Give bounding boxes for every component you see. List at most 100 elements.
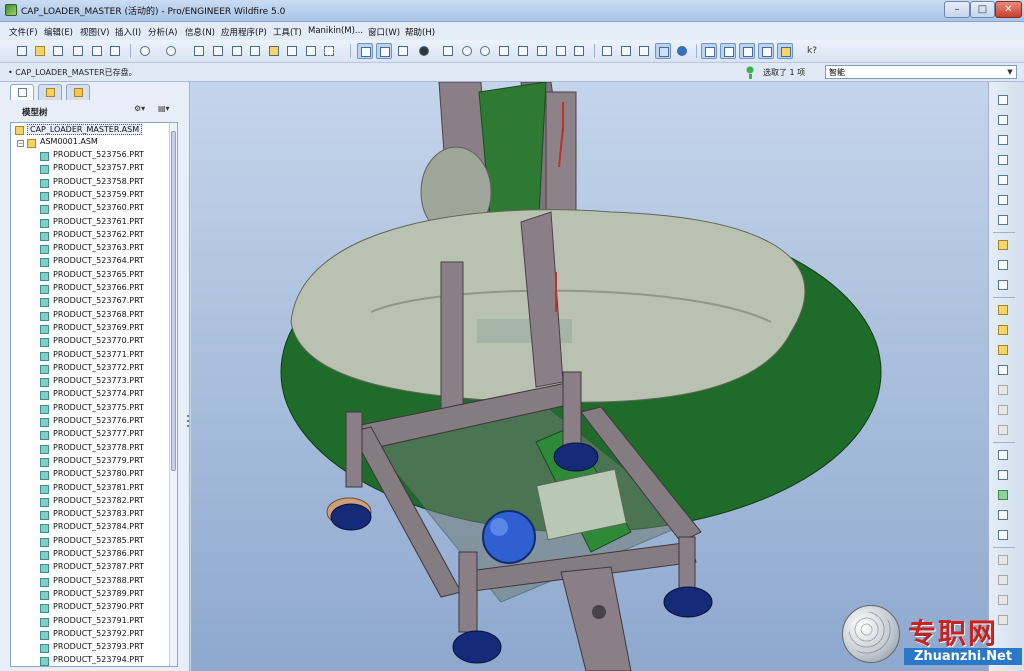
menu-help[interactable]: 帮助(H) [405, 26, 435, 38]
chevron-down-icon[interactable]: ▼ [1005, 67, 1015, 77]
extend-icon[interactable] [995, 527, 1011, 543]
datum-axis-icon[interactable] [995, 112, 1011, 128]
thicken-icon[interactable] [995, 572, 1011, 588]
datum-point-icon[interactable] [995, 172, 1011, 188]
coordinate-systems-icon[interactable] [758, 43, 774, 59]
saved-views-icon[interactable] [534, 43, 550, 59]
shading-icon[interactable] [655, 43, 671, 59]
new-icon[interactable] [14, 43, 30, 59]
undo-icon[interactable] [137, 43, 153, 59]
panel-splitter[interactable] [186, 412, 190, 492]
menu-view[interactable]: 视图(V) [80, 26, 109, 38]
datum-planes-icon[interactable] [701, 43, 717, 59]
draft-icon[interactable] [995, 362, 1011, 378]
no-hidden-icon[interactable] [636, 43, 652, 59]
tree-show-icon[interactable]: ▤▾ [158, 104, 176, 117]
minimize-button[interactable]: – [944, 1, 970, 18]
tab-model-tree[interactable] [10, 84, 34, 100]
tree-settings-icon[interactable]: ⚙▾ [134, 104, 152, 117]
solidify-icon[interactable] [995, 592, 1011, 608]
offset-icon[interactable] [995, 552, 1011, 568]
menu-analysis[interactable]: 分析(A) [148, 26, 177, 38]
mirror-icon[interactable] [995, 467, 1011, 483]
round-icon[interactable] [995, 382, 1011, 398]
tab-favorites[interactable] [66, 84, 90, 100]
appearance-icon[interactable] [416, 43, 432, 59]
view-manager-icon[interactable] [571, 43, 587, 59]
regen-manager-icon[interactable] [284, 43, 300, 59]
email-link-icon[interactable] [107, 43, 123, 59]
context-help-icon[interactable]: k? [804, 43, 820, 59]
wireframe-icon[interactable] [599, 43, 615, 59]
spin-center-icon[interactable] [376, 43, 392, 59]
menu-window[interactable]: 窗口(W) [368, 26, 400, 38]
menu-info[interactable]: 信息(N) [185, 26, 215, 38]
enhanced-realism-icon[interactable] [674, 43, 690, 59]
regenerate-icon[interactable] [266, 43, 282, 59]
maximize-button[interactable]: □ [970, 1, 995, 18]
sketch-curve-icon[interactable] [995, 152, 1011, 168]
analysis-feature-icon[interactable] [995, 212, 1011, 228]
tree-scrollbar[interactable] [169, 123, 177, 666]
paste-special-icon[interactable] [247, 43, 263, 59]
tab-folder-browser[interactable] [38, 84, 62, 100]
pattern-icon[interactable] [995, 447, 1011, 463]
datum-points-icon[interactable] [739, 43, 755, 59]
cut-feature-icon[interactable] [995, 322, 1011, 338]
selection-filter-select[interactable]: 智能 ▼ [825, 65, 1017, 79]
find-icon[interactable] [303, 43, 319, 59]
zoom-out-icon[interactable] [477, 43, 493, 59]
repeat-component-icon[interactable] [995, 277, 1011, 293]
hole-icon[interactable] [995, 302, 1011, 318]
datum-curve-icon[interactable] [995, 132, 1011, 148]
window-title: CAP_LOADER_MASTER (活动的) - Pro/ENGINEER W… [21, 7, 286, 17]
email-icon[interactable] [89, 43, 105, 59]
part-icon [40, 418, 49, 427]
part-icon [40, 657, 49, 666]
menu-tools[interactable]: 工具(T) [273, 26, 302, 38]
layers-icon[interactable] [553, 43, 569, 59]
orient-mode-icon[interactable] [395, 43, 411, 59]
select-box-icon[interactable] [321, 43, 337, 59]
part-icon [40, 484, 49, 494]
datum-plane-icon[interactable] [995, 92, 1011, 108]
print-icon[interactable] [70, 43, 86, 59]
shell-icon[interactable] [995, 342, 1011, 358]
close-button[interactable]: ✕ [995, 1, 1022, 18]
rib-icon[interactable] [995, 422, 1011, 438]
save-icon[interactable] [50, 43, 66, 59]
selection-indicator-icon [745, 66, 755, 79]
toolbar-separator [350, 44, 351, 58]
annotations-icon[interactable] [777, 43, 793, 59]
part-icon [40, 617, 49, 627]
hidden-line-icon[interactable] [618, 43, 634, 59]
menu-manikin[interactable]: Manikin(M)... [308, 26, 363, 36]
menu-edit[interactable]: 编辑(E) [44, 26, 73, 38]
reorient-icon[interactable] [515, 43, 531, 59]
datum-axes-icon[interactable] [720, 43, 736, 59]
repaint-icon[interactable] [357, 43, 373, 59]
part-icon [40, 285, 49, 294]
chamfer-icon[interactable] [995, 402, 1011, 418]
merge-icon[interactable] [995, 487, 1011, 503]
menu-applications[interactable]: 应用程序(P) [221, 26, 267, 38]
pan-icon[interactable] [440, 43, 456, 59]
paste-icon[interactable] [229, 43, 245, 59]
part-icon [40, 351, 49, 361]
refit-icon[interactable] [496, 43, 512, 59]
create-component-icon[interactable] [995, 257, 1011, 273]
add-component-icon[interactable] [995, 237, 1011, 253]
scrollbar-thumb[interactable] [171, 131, 176, 471]
redo-icon[interactable] [163, 43, 179, 59]
trim-icon[interactable] [995, 507, 1011, 523]
open-icon[interactable] [32, 43, 48, 59]
collapse-icon[interactable]: − [17, 140, 24, 147]
copy-icon[interactable] [210, 43, 226, 59]
tree-part-label: PRODUCT_523787.PRT [53, 562, 144, 572]
menu-insert[interactable]: 插入(I) [115, 26, 141, 38]
menu-file[interactable]: 文件(F) [9, 26, 38, 38]
cut-icon[interactable] [191, 43, 207, 59]
graphics-window[interactable] [191, 82, 988, 671]
coordinate-system-icon[interactable] [995, 192, 1011, 208]
zoom-in-icon[interactable] [459, 43, 475, 59]
